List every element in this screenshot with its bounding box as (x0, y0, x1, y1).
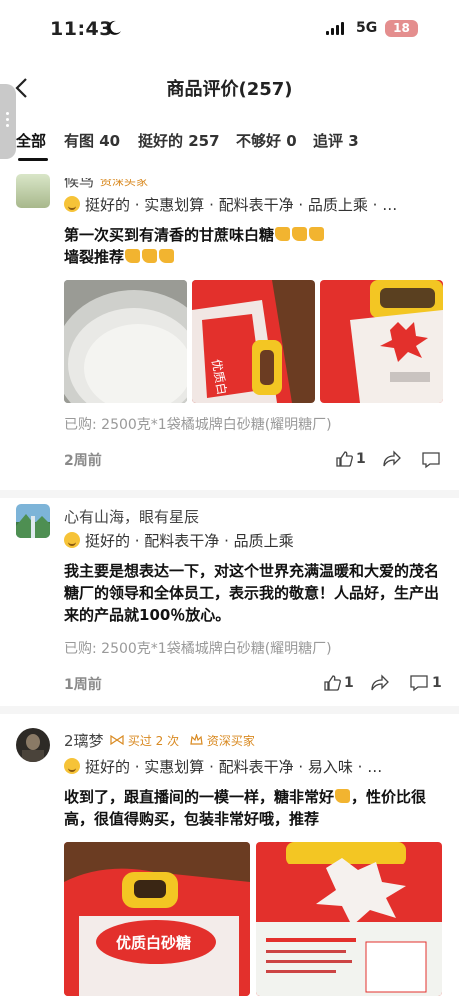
thumbs-up-icon (292, 227, 308, 241)
tab-good[interactable]: 挺好的 257 (138, 130, 220, 151)
review-item: 候鸟 资深买家 挺好的 · 实惠划算 · 配料表干净 · 品质上乘 · … 第一… (0, 168, 459, 488)
tab-not-good[interactable]: 不够好 0 (236, 130, 297, 151)
page-title: 商品评价(257) (166, 79, 293, 100)
review-item: 2璃梦 买过 2 次 资深买家 挺好的 · 实惠划算 · 配料表干净 · 易入味… (0, 722, 459, 996)
comment-icon[interactable] (421, 451, 441, 469)
review-photo[interactable]: 优质白 (192, 280, 315, 403)
review-photo[interactable]: 优质白砂糖 (64, 842, 250, 996)
purchased-info: 已购: 2500克*1袋橘城牌白砂糖(耀明糖厂) (64, 417, 332, 433)
review-photo[interactable] (256, 842, 442, 996)
filter-tabs: 全部 有图 40 挺好的 257 不够好 0 追评 3 (0, 126, 459, 162)
review-username[interactable]: 心有山海，眼有星辰 (64, 506, 199, 527)
svg-text:优质白砂糖: 优质白砂糖 (116, 934, 191, 952)
senior-buyer-badge: 资深买家 (190, 732, 255, 749)
share-icon[interactable] (371, 674, 390, 692)
thumbs-up-icon (275, 227, 291, 241)
thumbs-up-outline-icon (336, 451, 353, 467)
tab-all[interactable]: 全部 (16, 130, 46, 151)
status-bar: 11:43 5G 18 (0, 0, 459, 62)
bought-times-badge: 买过 2 次 (110, 732, 179, 749)
status-time: 11:43 (50, 18, 113, 40)
thumbs-up-icon (335, 789, 351, 803)
review-content: 我主要是想表达一下，对这个世界充满温暖和大爱的茂名糖厂的领导和全体员工，表示我的… (64, 562, 440, 624)
avatar[interactable] (16, 174, 50, 208)
avatar[interactable] (16, 504, 50, 538)
review-time: 1周前 (64, 677, 102, 693)
review-time: 2周前 (64, 453, 102, 469)
review-tags: 挺好的 · 实惠划算 · 配料表干净 · 品质上乘 · … (64, 194, 397, 215)
nav-bar: 商品评价(257) (0, 62, 459, 114)
review-photo[interactable] (64, 280, 187, 403)
thumbs-up-icon (142, 249, 158, 263)
battery-icon: 18 (385, 20, 418, 37)
crown-icon (190, 732, 203, 745)
review-item: 心有山海，眼有星辰 挺好的 · 配料表干净 · 品质上乘 我主要是想表达一下，对… (0, 500, 459, 700)
purchased-info: 已购: 2500克*1袋橘城牌白砂糖(耀明糖厂) (64, 641, 332, 657)
like-button[interactable]: 1 (323, 674, 354, 692)
tab-active-indicator (18, 158, 48, 161)
tab-with-images[interactable]: 有图 40 (64, 130, 120, 151)
review-username[interactable]: 2璃梦 (64, 730, 104, 751)
divider (0, 706, 459, 714)
review-content: 收到了，跟直播间的一模一样，糖非常好 ，性价比很 高，很值得购买，包装非常好哦，推… (64, 788, 427, 828)
signal-icon (326, 21, 344, 35)
network-type: 5G (356, 20, 378, 36)
bow-icon (110, 734, 124, 746)
review-tags: 挺好的 · 配料表干净 · 品质上乘 (64, 530, 294, 551)
review-photo[interactable] (320, 280, 443, 403)
avatar[interactable] (16, 728, 50, 762)
tab-follow-up[interactable]: 追评 3 (313, 130, 359, 151)
comment-button[interactable]: 1 (409, 674, 442, 692)
divider (0, 490, 459, 498)
thumbs-up-icon (125, 249, 141, 263)
thumbs-up-icon (309, 227, 325, 241)
smile-icon (64, 532, 80, 548)
thumbs-up-outline-icon (324, 675, 341, 691)
smile-icon (64, 758, 80, 774)
review-tags: 挺好的 · 实惠划算 · 配料表干净 · 易入味 · … (64, 756, 382, 777)
review-content: 第一次买到有清香的甘蔗味白糖 墙裂推荐 (64, 224, 444, 268)
moon-icon (107, 20, 121, 35)
comment-icon (410, 675, 428, 692)
like-button[interactable]: 1 (335, 450, 366, 468)
thumbs-up-icon (159, 249, 175, 263)
smile-icon (64, 196, 80, 212)
share-icon[interactable] (383, 450, 402, 468)
